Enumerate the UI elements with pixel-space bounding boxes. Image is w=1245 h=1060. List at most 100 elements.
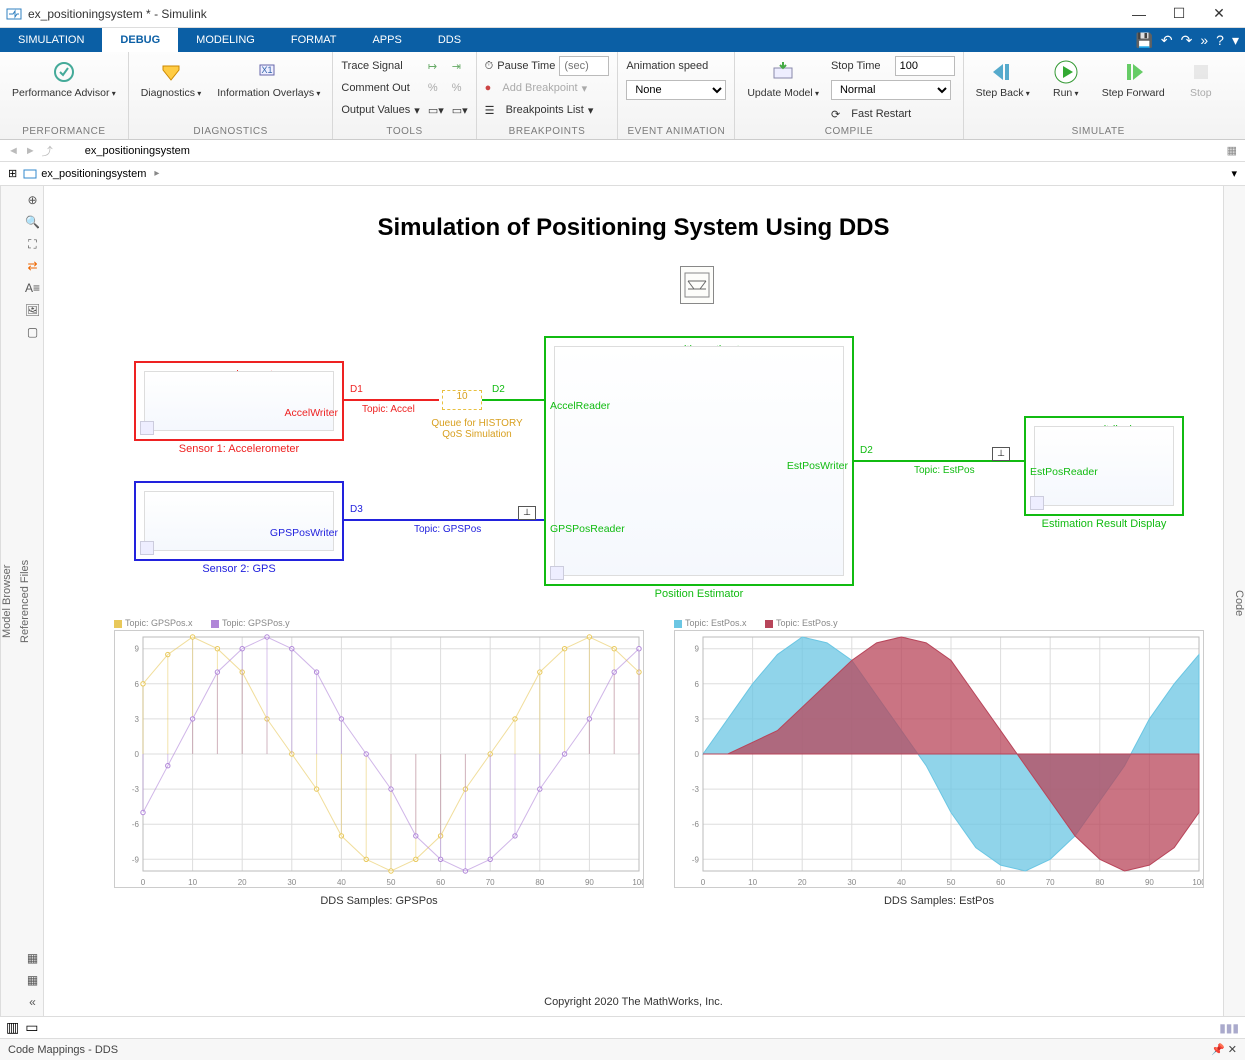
explorer-icon2[interactable]: ▭ (25, 1019, 38, 1036)
run-button[interactable]: Run (1042, 56, 1090, 102)
fit-view-icon[interactable]: ⛶ (25, 236, 41, 252)
redo-icon[interactable]: ↷ (1181, 32, 1193, 49)
breadcrumb[interactable]: ex_positioningsystem (23, 167, 159, 181)
svg-text:0: 0 (135, 750, 140, 759)
svg-text:6: 6 (135, 680, 140, 689)
arrows-icon[interactable]: ⇄ (25, 258, 41, 274)
add-breakpoint-button[interactable]: ● Add Breakpoint ▾ (485, 78, 610, 98)
anim-speed-label: Animation speed (626, 56, 726, 76)
nav-up-icon[interactable]: ⤴ (42, 143, 53, 159)
chart-gpspos[interactable]: Topic: GPSPos.x Topic: GPSPos.y 01020304… (114, 618, 644, 907)
tab-modeling[interactable]: MODELING (178, 28, 273, 52)
output-values-button[interactable]: Output Values ▾ (341, 100, 419, 120)
svg-text:100: 100 (632, 878, 644, 887)
step-forward-button[interactable]: Step Forward (1098, 56, 1169, 102)
overlay2-icon[interactable]: ▭▾ (452, 100, 468, 120)
svg-text:90: 90 (585, 878, 594, 887)
chart-legend: Topic: GPSPos.x Topic: GPSPos.y (114, 618, 644, 628)
svg-text:10: 10 (748, 878, 757, 887)
zoom-indicator-icon[interactable]: ▮▮▮ (1219, 1021, 1239, 1035)
fast-restart-button[interactable]: ⟳ Fast Restart (831, 104, 955, 124)
record-icon[interactable]: ▦ (25, 972, 41, 988)
svg-text:-9: -9 (132, 855, 140, 864)
rate-transition-block[interactable]: ⊥ (992, 447, 1010, 461)
annotation-icon[interactable]: A≡ (25, 280, 41, 296)
pause-time-input[interactable] (559, 56, 609, 76)
tab-apps[interactable]: APPS (354, 28, 419, 52)
anim-speed-select[interactable]: None (626, 80, 726, 100)
svg-text:30: 30 (287, 878, 296, 887)
step-back-button[interactable]: Step Back (972, 56, 1034, 102)
tab-simulation[interactable]: SIMULATION (0, 28, 102, 52)
maximize-button[interactable]: ☐ (1159, 0, 1199, 28)
fit-icon[interactable]: ⊕ (25, 192, 41, 208)
model-browser-tab[interactable]: Model Browser (1, 564, 13, 637)
ribbon-tabs: SIMULATION DEBUG MODELING FORMAT APPS DD… (0, 28, 1245, 52)
block-accelerometer[interactable]: ex_accelerometer AccelWriter Sensor 1: A… (134, 361, 344, 441)
stop-button[interactable]: Stop (1177, 56, 1225, 102)
block-gps[interactable]: ex_gps GPSPosWriter Sensor 2: GPS (134, 481, 344, 561)
model-tab[interactable]: ex_positioningsystem (85, 145, 190, 157)
status-pin-icon[interactable]: 📌 ✕ (1211, 1043, 1237, 1056)
left-panel-tabs: Model Browser Referenced Files (0, 186, 22, 1016)
sim-mode-select[interactable]: Normal (831, 80, 951, 100)
comment-out-button[interactable]: Comment Out (341, 78, 419, 98)
nav-back-icon[interactable]: ◄ (8, 145, 19, 157)
library-icon[interactable]: ▦ (25, 950, 41, 966)
update-model-button[interactable]: Update Model (743, 56, 823, 102)
search-icon[interactable]: » (1200, 32, 1208, 48)
breadcrumb-bar: ⊞ ex_positioningsystem ▾ (0, 162, 1245, 186)
code-tab[interactable]: Code (1233, 590, 1245, 616)
referenced-files-tab[interactable]: Referenced Files (19, 559, 31, 642)
chart-estpos[interactable]: Topic: EstPos.x Topic: EstPos.y 01020304… (674, 618, 1204, 907)
view-icon[interactable]: ▦ (1227, 144, 1237, 157)
step-in-icon[interactable]: ↦ (428, 56, 444, 76)
canvas-title: Simulation of Positioning System Using D… (44, 214, 1223, 242)
rate-transition-block[interactable]: ⊥ (518, 506, 536, 520)
more-icon[interactable]: ▾ (1232, 32, 1239, 49)
undo-icon[interactable]: ↶ (1161, 32, 1173, 49)
breakpoints-list-button[interactable]: ☰ Breakpoints List ▾ (485, 100, 610, 120)
block-estimator[interactable]: ex_positionestimator AccelReader GPSPosR… (544, 336, 854, 586)
nav-fwd-icon[interactable]: ► (25, 145, 36, 157)
group-simulate: SIMULATE (972, 124, 1225, 139)
save-icon[interactable]: 💾 (1135, 32, 1152, 49)
queue-block[interactable]: 10 (442, 390, 482, 410)
close-button[interactable]: ✕ (1199, 0, 1239, 28)
information-overlays-button[interactable]: X1 Information Overlays (213, 56, 324, 102)
tab-dds[interactable]: DDS (420, 28, 479, 52)
box-icon[interactable]: ▢ (25, 324, 41, 340)
explorer-icon[interactable]: ▥ (6, 1019, 19, 1036)
tab-debug[interactable]: DEBUG (102, 28, 178, 52)
model-ref-icon (1030, 496, 1044, 510)
crumb-dropdown-icon[interactable]: ▾ (1231, 167, 1237, 180)
svg-text:-6: -6 (132, 820, 140, 829)
model-canvas[interactable]: Simulation of Positioning System Using D… (44, 186, 1223, 1016)
svg-text:-3: -3 (692, 785, 700, 794)
comment-icon[interactable]: % (428, 78, 444, 98)
model-ref-icon (140, 541, 154, 555)
stop-time-input[interactable] (895, 56, 955, 76)
legend-block[interactable] (680, 266, 714, 304)
svg-text:90: 90 (1145, 878, 1154, 887)
diagnostics-button[interactable]: Diagnostics (137, 56, 206, 102)
group-tools: TOOLS (341, 124, 467, 139)
performance-advisor-button[interactable]: Performance Advisor (8, 56, 120, 102)
group-performance: PERFORMANCE (8, 124, 120, 139)
group-compile: COMPILE (743, 124, 954, 139)
svg-text:100: 100 (1192, 878, 1204, 887)
model-home-icon[interactable]: ⊞ (8, 167, 17, 180)
svg-text:70: 70 (1046, 878, 1055, 887)
minimize-button[interactable]: — (1119, 0, 1159, 28)
trace-signal-button[interactable]: Trace Signal (341, 56, 419, 76)
zoom-icon[interactable]: 🔍 (25, 214, 41, 230)
uncomment-icon[interactable]: % (452, 78, 468, 98)
collapse-icon[interactable]: « (25, 994, 41, 1010)
overlay-icon[interactable]: ▭▾ (428, 100, 444, 120)
help-icon[interactable]: ? (1216, 32, 1224, 48)
tab-format[interactable]: FORMAT (273, 28, 355, 52)
group-breakpoints: BREAKPOINTS (485, 124, 610, 139)
image-icon[interactable]: 🖼 (25, 302, 41, 318)
step-over-icon[interactable]: ⇥ (452, 56, 468, 76)
block-display[interactable]: ex_resultdisplay EstPosReader Estimation… (1024, 416, 1184, 516)
